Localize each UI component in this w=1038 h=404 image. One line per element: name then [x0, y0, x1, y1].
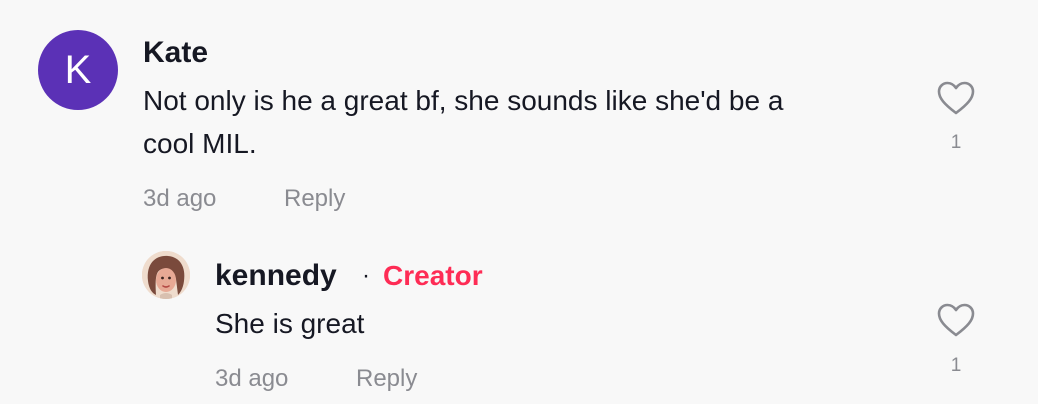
reply-reply-button[interactable]: Reply: [356, 364, 417, 394]
heart-icon[interactable]: [936, 302, 976, 338]
comment-timestamp: 3d ago: [143, 185, 217, 212]
avatar-kennedy[interactable]: [142, 251, 190, 299]
comment-thread: K Kate Not only is he a great bf, she so…: [0, 0, 1038, 404]
creator-badge: Creator: [383, 260, 483, 291]
reply-text: She is great: [215, 308, 365, 339]
reply-like-count: 1: [950, 355, 962, 376]
comment-username[interactable]: Kate: [143, 35, 208, 71]
heart-icon[interactable]: [936, 80, 976, 116]
like-count: 1: [950, 132, 962, 153]
avatar-letter: K: [64, 47, 92, 92]
avatar-illustration: [142, 251, 190, 299]
avatar-kate[interactable]: K: [38, 30, 118, 110]
comment-text-line-1: Not only is he a great bf, she sounds li…: [143, 85, 784, 116]
comment-text-line-2: cool MIL.: [143, 128, 257, 159]
reply-username[interactable]: kennedy: [215, 258, 337, 294]
badge-separator: ·: [362, 262, 370, 289]
reply-button[interactable]: Reply: [284, 184, 345, 214]
reply-timestamp: 3d ago: [215, 365, 289, 392]
